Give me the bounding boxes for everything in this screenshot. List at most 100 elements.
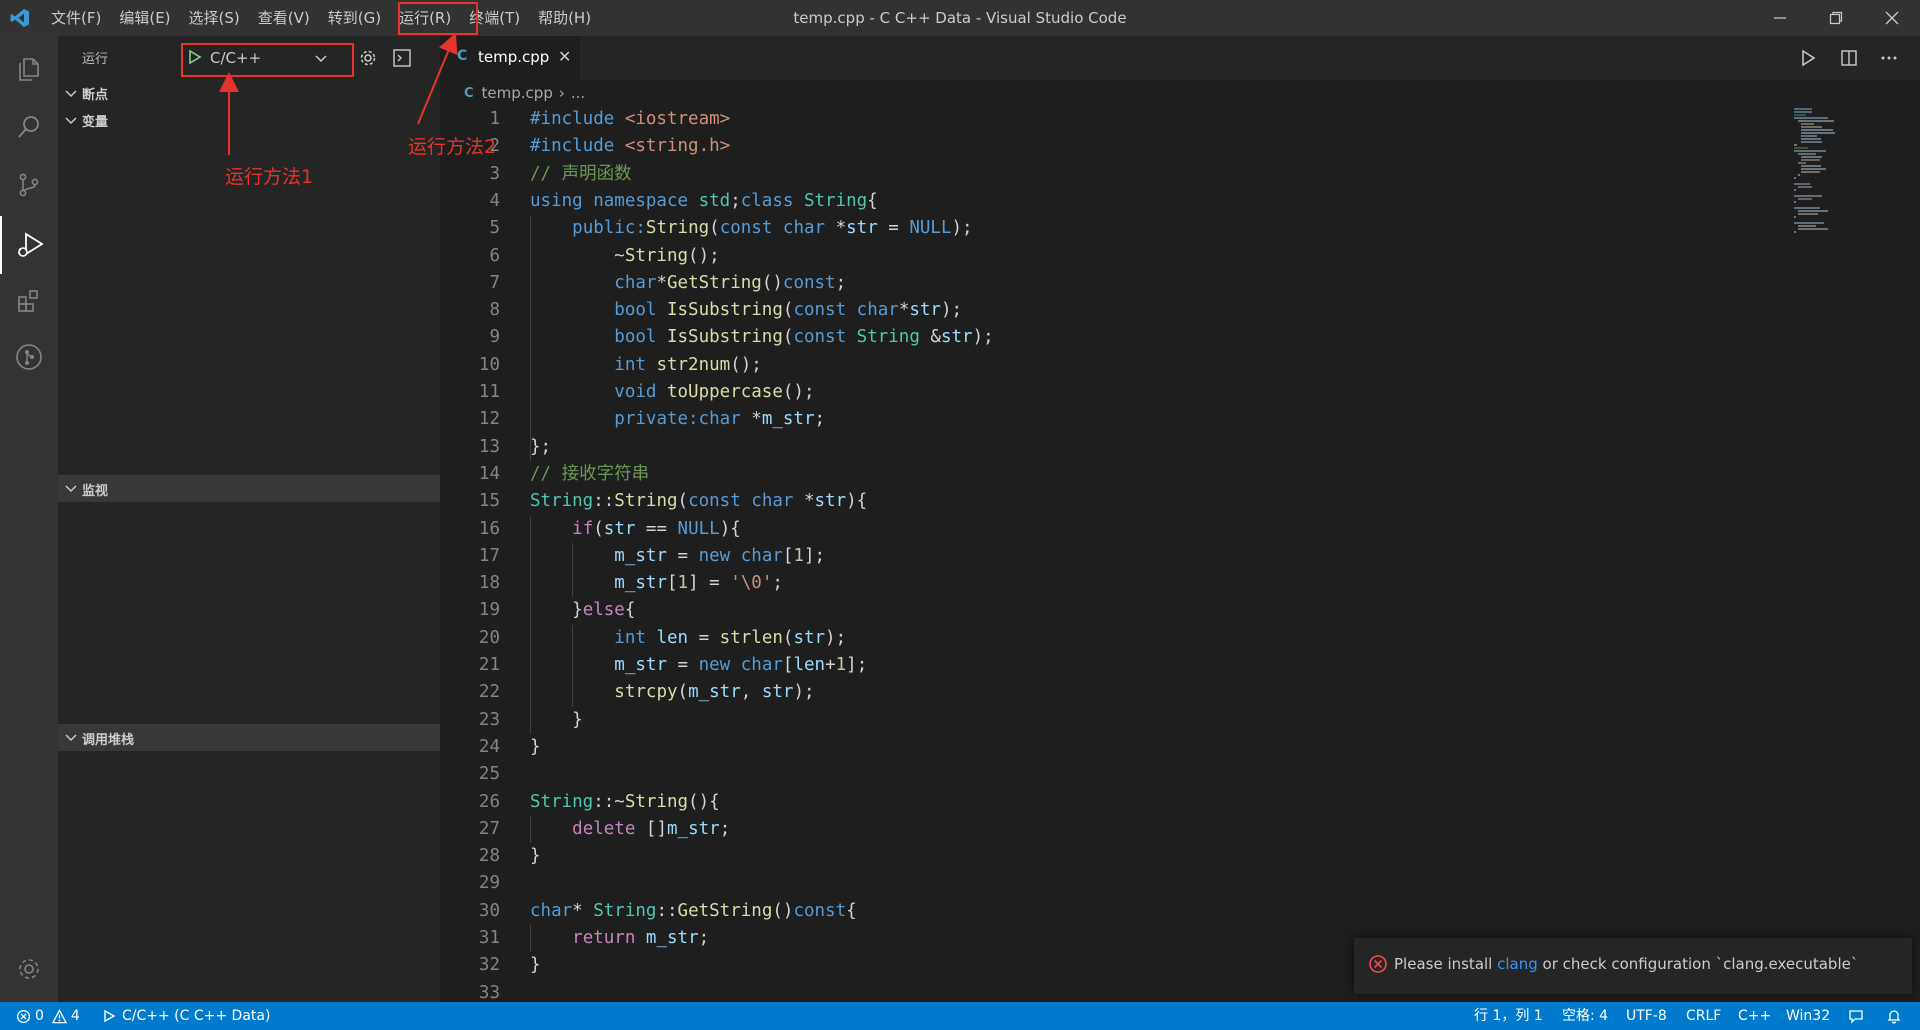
code-line[interactable]: 10 int str2num(); bbox=[440, 352, 1780, 379]
close-window-button[interactable] bbox=[1864, 0, 1920, 36]
open-launch-json-gear-icon[interactable] bbox=[354, 44, 382, 72]
code-line[interactable]: 25 bbox=[440, 761, 1780, 788]
code-line[interactable]: 29 bbox=[440, 870, 1780, 897]
line-number: 27 bbox=[478, 818, 500, 839]
line-number: 28 bbox=[478, 846, 500, 867]
clang-link[interactable]: clang bbox=[1497, 955, 1538, 973]
code-text: #include <iostream> bbox=[530, 109, 731, 129]
code-line[interactable]: 28} bbox=[440, 843, 1780, 870]
indent-guide bbox=[572, 624, 574, 707]
line-number: 6 bbox=[489, 245, 500, 266]
menu-selection[interactable]: 选择(S) bbox=[180, 0, 249, 36]
feedback-icon[interactable] bbox=[1848, 1002, 1864, 1030]
source-control-icon[interactable] bbox=[0, 156, 58, 214]
code-text: void toUppercase(); bbox=[614, 382, 815, 402]
section-breakpoints[interactable]: 断点 bbox=[58, 80, 440, 107]
tab-temp-cpp[interactable]: C temp.cpp ✕ bbox=[440, 36, 580, 80]
restore-button[interactable] bbox=[1808, 0, 1864, 36]
code-line[interactable]: 7 char*GetString()const; bbox=[440, 270, 1780, 297]
line-number: 26 bbox=[478, 791, 500, 812]
section-callstack-label: 调用堆栈 bbox=[82, 732, 135, 748]
breadcrumb: C temp.cpp › ... bbox=[440, 80, 1740, 106]
code-line[interactable]: 2 #include <string.h> bbox=[440, 133, 1780, 160]
language-mode[interactable]: C++ bbox=[1738, 1002, 1771, 1030]
code-line[interactable]: 20 int len = strlen(str); bbox=[440, 625, 1780, 652]
debug-console-icon[interactable] bbox=[388, 44, 416, 72]
code-line[interactable]: 17 m_str = new char[1]; bbox=[440, 543, 1780, 570]
extensions-icon[interactable] bbox=[0, 272, 58, 330]
split-editor-icon[interactable] bbox=[1835, 44, 1863, 72]
code-line[interactable]: 22 strcpy(m_str, str); bbox=[440, 679, 1780, 706]
code-line[interactable]: 21 m_str = new char[len+1]; bbox=[440, 652, 1780, 679]
breadcrumb-file[interactable]: temp.cpp bbox=[482, 84, 553, 102]
code-editor[interactable]: 1 #include <iostream> 2 #include <string.h>… bbox=[440, 106, 1780, 1003]
platform[interactable]: Win32 bbox=[1786, 1002, 1830, 1030]
code-line[interactable]: 6 ~String(); bbox=[440, 243, 1780, 270]
code-text: int len = strlen(str); bbox=[614, 627, 847, 648]
code-line[interactable]: 11 void toUppercase(); bbox=[440, 379, 1780, 406]
indent-guide bbox=[530, 215, 531, 461]
minimap[interactable] bbox=[1788, 106, 1878, 266]
chevron-down-icon bbox=[60, 107, 82, 134]
menu-go[interactable]: 转到(G) bbox=[319, 0, 390, 36]
indentation[interactable]: 空格: 4 bbox=[1562, 1002, 1608, 1030]
code-line[interactable]: 12 private:char *m_str; bbox=[440, 406, 1780, 433]
code-line[interactable]: 9 bool IsSubstring(const String &str); bbox=[440, 324, 1780, 351]
debug-target[interactable]: C/C++ (C C++ Data) bbox=[102, 1002, 270, 1030]
chevron-right-icon: › bbox=[558, 84, 565, 102]
code-line[interactable]: 27 delete []m_str; bbox=[440, 816, 1780, 843]
section-callstack[interactable]: 调用堆栈 bbox=[58, 724, 440, 751]
code-line[interactable]: 5 public:String(const char *str = NULL); bbox=[440, 215, 1780, 242]
code-line[interactable]: 14 // 接收字符串 bbox=[440, 461, 1780, 488]
debug-target-label: C/C++ (C C++ Data) bbox=[122, 1008, 271, 1024]
line-number: 18 bbox=[478, 573, 500, 594]
line-number: 14 bbox=[478, 463, 500, 484]
code-line[interactable]: 26 String::~String(){ bbox=[440, 789, 1780, 816]
cursor-position[interactable]: 行 1，列 1 bbox=[1474, 1002, 1543, 1030]
code-line[interactable]: 1 #include <iostream> bbox=[440, 106, 1780, 133]
line-number: 9 bbox=[489, 327, 500, 348]
explorer-icon[interactable] bbox=[0, 40, 58, 98]
run-code-icon[interactable] bbox=[1794, 44, 1822, 72]
problems-indicator[interactable]: 0 4 bbox=[16, 1002, 80, 1030]
breadcrumb-symbols[interactable]: ... bbox=[571, 84, 585, 102]
line-ending[interactable]: CRLF bbox=[1686, 1002, 1721, 1030]
section-watch-label: 监视 bbox=[82, 483, 109, 499]
notifications-bell-icon[interactable] bbox=[1886, 1002, 1902, 1030]
code-line[interactable]: 16 if(str == NULL){ bbox=[440, 516, 1780, 543]
git-graph-icon[interactable] bbox=[0, 328, 58, 386]
line-number: 5 bbox=[489, 218, 500, 239]
error-count: 0 bbox=[35, 1008, 44, 1024]
settings-gear-icon[interactable] bbox=[0, 940, 58, 998]
section-watch[interactable]: 监视 bbox=[58, 475, 440, 502]
code-text: int str2num(); bbox=[614, 354, 762, 375]
section-variables[interactable]: 变量 bbox=[58, 107, 440, 134]
menu-help[interactable]: 帮助(H) bbox=[529, 0, 600, 36]
menu-view[interactable]: 查看(V) bbox=[249, 0, 319, 36]
error-icon bbox=[1368, 954, 1388, 978]
line-number: 19 bbox=[478, 600, 500, 621]
minimize-button[interactable] bbox=[1752, 0, 1808, 36]
cpp-file-icon: C bbox=[464, 85, 474, 101]
menu-edit[interactable]: 编辑(E) bbox=[110, 0, 179, 36]
tab-close-icon[interactable]: ✕ bbox=[558, 47, 571, 66]
code-text: ~String(); bbox=[530, 245, 720, 266]
code-line[interactable]: 8 bool IsSubstring(const char*str); bbox=[440, 297, 1780, 324]
line-number: 32 bbox=[478, 955, 500, 976]
code-line[interactable]: 23 } bbox=[440, 707, 1780, 734]
code-line[interactable]: 24} bbox=[440, 734, 1780, 761]
more-actions-icon[interactable] bbox=[1875, 44, 1903, 72]
run-debug-icon[interactable] bbox=[0, 216, 58, 274]
line-number: 29 bbox=[478, 873, 500, 894]
menu-file[interactable]: 文件(F) bbox=[42, 0, 110, 36]
search-icon[interactable] bbox=[0, 98, 58, 156]
code-line[interactable]: 19 }else{ bbox=[440, 597, 1780, 624]
code-line[interactable]: 3 // 声明函数 bbox=[440, 161, 1780, 188]
code-text: String::~String(){ bbox=[530, 791, 720, 812]
code-line[interactable]: 30 char* String::GetString()const{ bbox=[440, 898, 1780, 925]
encoding[interactable]: UTF-8 bbox=[1626, 1002, 1667, 1030]
code-line[interactable]: 18 m_str[1] = '\0'; bbox=[440, 570, 1780, 597]
code-line[interactable]: 4 using namespace std;class String{ bbox=[440, 188, 1780, 215]
code-line[interactable]: 15 String::String(const char *str){ bbox=[440, 488, 1780, 515]
code-line[interactable]: 13}; bbox=[440, 434, 1780, 461]
